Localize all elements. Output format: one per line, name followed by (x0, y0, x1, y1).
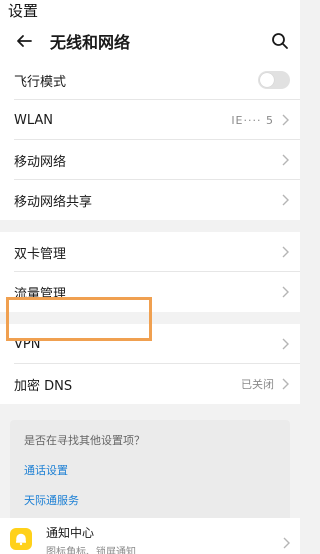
notification-center-row[interactable]: 通知中心 图标角标、锁屏通知 (0, 518, 300, 554)
chevron-right-icon (280, 337, 290, 351)
chevron-right-icon (280, 153, 290, 167)
suggestion-question: 是否在寻找其他设置项？ (24, 434, 145, 447)
tethering-label: 移动网络共享 (14, 194, 93, 210)
chevron-right-icon (280, 377, 290, 391)
mobile-network-label: 移动网络 (14, 154, 67, 170)
page-title: 无线和网络 (50, 33, 131, 52)
dual-sim-row[interactable]: 双卡管理 (0, 232, 300, 272)
wlan-row[interactable]: WLAN IE···· 5 (0, 100, 300, 140)
airplane-mode-label: 飞行模式 (14, 74, 67, 90)
tethering-row[interactable]: 移动网络共享 (0, 180, 300, 220)
vpn-section: VPN 加密 DNS 已关闭 (0, 324, 300, 404)
skytone-service-link[interactable]: 天际通服务 (24, 492, 276, 508)
wlan-label: WLAN (14, 112, 54, 128)
chevron-right-icon (280, 113, 290, 127)
private-dns-row[interactable]: 加密 DNS 已关闭 (0, 364, 300, 404)
vpn-label: VPN (14, 336, 41, 352)
call-settings-link[interactable]: 通话设置 (24, 462, 276, 478)
chevron-right-icon (280, 193, 290, 207)
data-usage-label: 流量管理 (14, 286, 67, 302)
header: 无线和网络 (0, 22, 300, 60)
chevron-right-icon (280, 285, 290, 299)
network-section: 飞行模式 WLAN IE···· 5 移动网络 移动网络共享 (0, 60, 300, 220)
search-icon[interactable] (270, 31, 290, 51)
mobile-network-row[interactable]: 移动网络 (0, 140, 300, 180)
private-dns-value: 已关闭 (241, 378, 274, 391)
chevron-right-icon (283, 534, 290, 553)
private-dns-label: 加密 DNS (14, 378, 73, 394)
vpn-row[interactable]: VPN (0, 324, 300, 364)
wlan-value: IE···· 5 (231, 113, 274, 127)
dual-sim-label: 双卡管理 (14, 246, 67, 262)
suggestion-card: 是否在寻找其他设置项？ 通话设置 天际通服务 (10, 420, 290, 528)
bell-icon (10, 528, 32, 550)
notification-center-title: 通知中心 (46, 526, 95, 540)
airplane-mode-row[interactable]: 飞行模式 (0, 60, 300, 100)
sim-section: 双卡管理 流量管理 (0, 232, 300, 312)
chevron-right-icon (280, 245, 290, 259)
airplane-mode-toggle[interactable] (258, 71, 290, 89)
back-arrow-icon[interactable] (14, 31, 34, 51)
status-title: 设置 (0, 0, 300, 22)
data-usage-row[interactable]: 流量管理 (0, 272, 300, 312)
notification-center-subtitle: 图标角标、锁屏通知 (46, 547, 136, 554)
